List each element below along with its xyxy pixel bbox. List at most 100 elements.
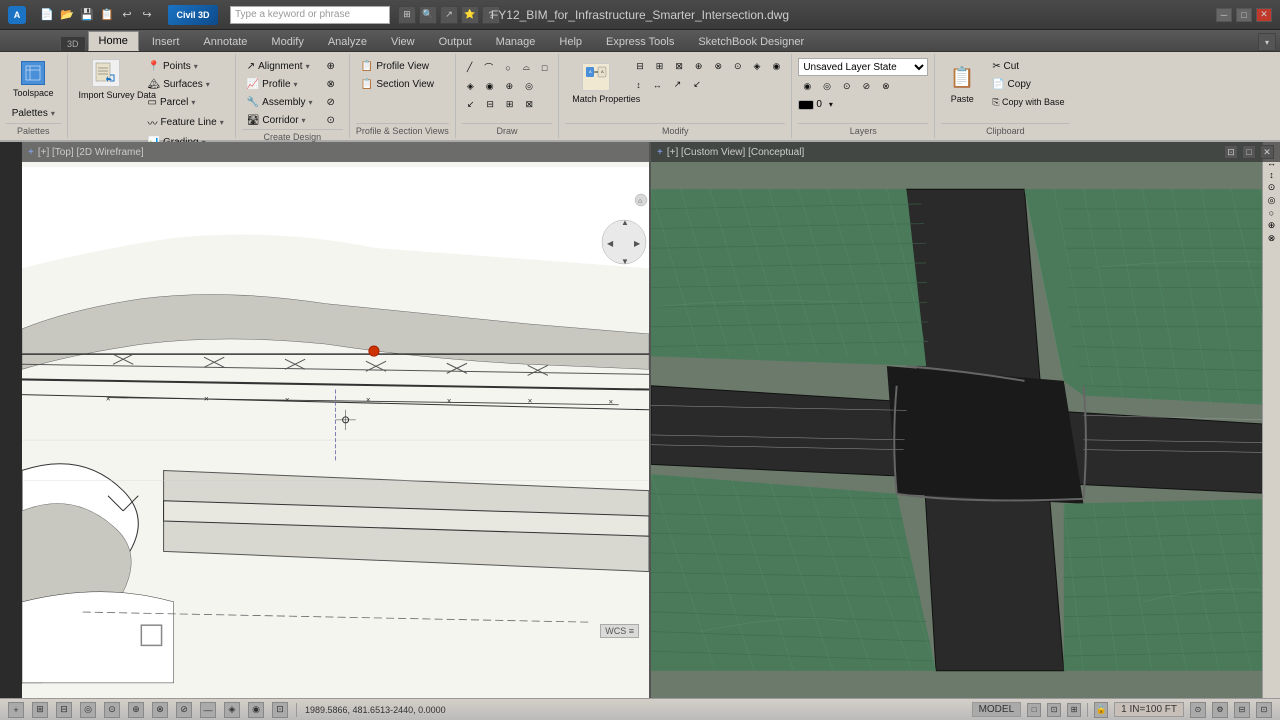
intersec-button[interactable]: ⊕	[322, 58, 343, 75]
nav-icon-1[interactable]: ⊞	[398, 6, 416, 24]
toolspace-button[interactable]: Toolspace	[6, 56, 61, 103]
palettes-dropdown[interactable]: Palettes ▾	[7, 105, 60, 122]
rp-icon-7[interactable]: ⊕	[1267, 219, 1277, 232]
draw7-button[interactable]: ⊟	[481, 96, 499, 113]
ribbon-collapse[interactable]: ▾	[1258, 33, 1276, 51]
tab-express[interactable]: Express Tools	[595, 32, 685, 51]
draw8-button[interactable]: ⊞	[501, 96, 519, 113]
paste-button[interactable]: 📋 Paste	[941, 58, 983, 111]
model-icon-1[interactable]: □	[1027, 703, 1041, 717]
mod2[interactable]: ⊞	[651, 58, 669, 75]
mod7[interactable]: ◈	[749, 58, 766, 75]
viewport-left[interactable]: + [+] [Top] [2D Wireframe]	[22, 142, 651, 698]
rp-icon-4[interactable]: ⊙	[1267, 181, 1277, 194]
polyline-button[interactable]: ⌒	[479, 58, 498, 77]
circle-button[interactable]: ○	[500, 58, 515, 77]
model-icon-3[interactable]: ⊞	[1067, 703, 1081, 717]
layer-state-dropdown[interactable]: Unsaved Layer State	[798, 58, 928, 76]
scale-button[interactable]: 1 IN=100 FT	[1114, 702, 1184, 717]
mod4[interactable]: ⊕	[690, 58, 708, 75]
3d-viewport-canvas[interactable]	[651, 162, 1280, 698]
layer2[interactable]: ◎	[818, 78, 836, 95]
draw5-button[interactable]: ◎	[520, 78, 538, 95]
feature-line-button[interactable]: 〰 Feature Line ▾	[143, 112, 229, 133]
parcel-button[interactable]: ▭ Parcel ▾	[143, 94, 229, 111]
corridor-button[interactable]: 🛣 Corridor ▾	[242, 112, 318, 129]
layer1[interactable]: ◉	[798, 78, 816, 95]
tab-view[interactable]: View	[380, 32, 426, 51]
status-otrack-icon[interactable]: ⊕	[128, 702, 144, 718]
cut-button[interactable]: ✂ Cut	[987, 58, 1069, 75]
mod1[interactable]: ⊟	[631, 58, 649, 75]
settings-icon[interactable]: ⚙	[1212, 702, 1228, 718]
model-button[interactable]: MODEL	[972, 702, 1022, 717]
alignment-button[interactable]: ↗ Alignment ▾	[242, 58, 318, 75]
mod8[interactable]: ◉	[767, 58, 785, 75]
annotation-scale-icon[interactable]: 🔒	[1094, 702, 1108, 718]
mod6[interactable]: ⊙	[729, 58, 747, 75]
rp-icon-5[interactable]: ◎	[1267, 194, 1277, 207]
mod3[interactable]: ⊠	[670, 58, 688, 75]
rect-button[interactable]: □	[537, 58, 552, 77]
model-icon-2[interactable]: ⊡	[1047, 703, 1061, 717]
tab-insert[interactable]: Insert	[141, 32, 191, 51]
tab-3d[interactable]: 3D	[60, 36, 86, 51]
line-button[interactable]: ╱	[462, 58, 477, 77]
profile-button[interactable]: 📈 Profile ▾	[242, 76, 318, 93]
assembly-button[interactable]: 🔧 Assembly ▾	[242, 94, 318, 111]
section-view-button[interactable]: 📋 Section View	[356, 76, 439, 93]
tab-analyze[interactable]: Analyze	[317, 32, 378, 51]
status-sel-icon[interactable]: ⊡	[272, 702, 288, 718]
rp-icon-6[interactable]: ○	[1268, 207, 1275, 219]
status-polar-icon[interactable]: ◎	[80, 702, 96, 718]
status-ducs-icon[interactable]: ⊗	[152, 702, 168, 718]
status-osnap-icon[interactable]: ⊙	[104, 702, 120, 718]
ws-icon[interactable]: ⊙	[1190, 702, 1206, 718]
nav-icon-3[interactable]: ↗	[440, 6, 458, 24]
open-button[interactable]: 📂	[58, 6, 76, 24]
tab-manage[interactable]: Manage	[485, 32, 547, 51]
mod11[interactable]: ↗	[669, 76, 687, 93]
design2-button[interactable]: ⊗	[322, 76, 343, 93]
vp-right-plus[interactable]: +	[657, 147, 663, 158]
new-button[interactable]: 📄	[38, 6, 56, 24]
rp-icon-3[interactable]: ↕	[1268, 169, 1275, 181]
status-qp-icon[interactable]: ◉	[248, 702, 264, 718]
draw9-button[interactable]: ⊠	[520, 96, 538, 113]
mod12[interactable]: ↙	[688, 76, 706, 93]
draw2-button[interactable]: ◈	[462, 78, 479, 95]
arc-button[interactable]: ⌓	[518, 58, 535, 77]
layer4[interactable]: ⊘	[858, 78, 876, 95]
search-box[interactable]: Type a keyword or phrase	[230, 6, 390, 24]
layer-more[interactable]: ▾	[824, 97, 838, 112]
tab-home[interactable]: Home	[88, 31, 139, 51]
status-grid-icon[interactable]: ⊞	[32, 702, 48, 718]
design4-button[interactable]: ⊙	[322, 112, 343, 129]
design3-button[interactable]: ⊘	[322, 94, 343, 111]
tab-annotate[interactable]: Annotate	[192, 32, 258, 51]
status-snap-icon[interactable]: +	[8, 702, 24, 718]
layer3[interactable]: ⊙	[838, 78, 856, 95]
vp-left-plus[interactable]: +	[28, 147, 34, 158]
minimize-button[interactable]: ─	[1216, 8, 1232, 22]
redo-button[interactable]: ↪	[138, 6, 156, 24]
surfaces-button[interactable]: 🏔 Surfaces ▾	[143, 76, 229, 93]
status-ortho-icon[interactable]: ⊟	[56, 702, 72, 718]
vp-restore-button[interactable]: ⊡	[1224, 145, 1238, 159]
import-survey-button[interactable]: Import Survey Data	[74, 56, 139, 151]
tab-modify[interactable]: Modify	[260, 32, 314, 51]
tab-help[interactable]: Help	[548, 32, 593, 51]
layout-icon[interactable]: ⊟	[1234, 702, 1250, 718]
view-cube[interactable]: ▲ ▼ ◀ ▶ ⌂	[599, 192, 639, 292]
mod9[interactable]: ↕	[631, 76, 646, 93]
nav-icon-4[interactable]: ⭐	[461, 6, 479, 24]
copy-with-base-button[interactable]: ⎘ Copy with Base	[987, 94, 1069, 111]
mod10[interactable]: ↔	[648, 76, 667, 93]
vp-close-button[interactable]: ✕	[1260, 145, 1274, 159]
saveas-button[interactable]: 📋	[98, 6, 116, 24]
copy-button[interactable]: 📄 Copy	[987, 76, 1069, 93]
fullscreen-icon[interactable]: ⊡	[1256, 702, 1272, 718]
draw6-button[interactable]: ↙	[462, 96, 480, 113]
tab-output[interactable]: Output	[428, 32, 483, 51]
tab-sketchbook[interactable]: SketchBook Designer	[687, 32, 815, 51]
